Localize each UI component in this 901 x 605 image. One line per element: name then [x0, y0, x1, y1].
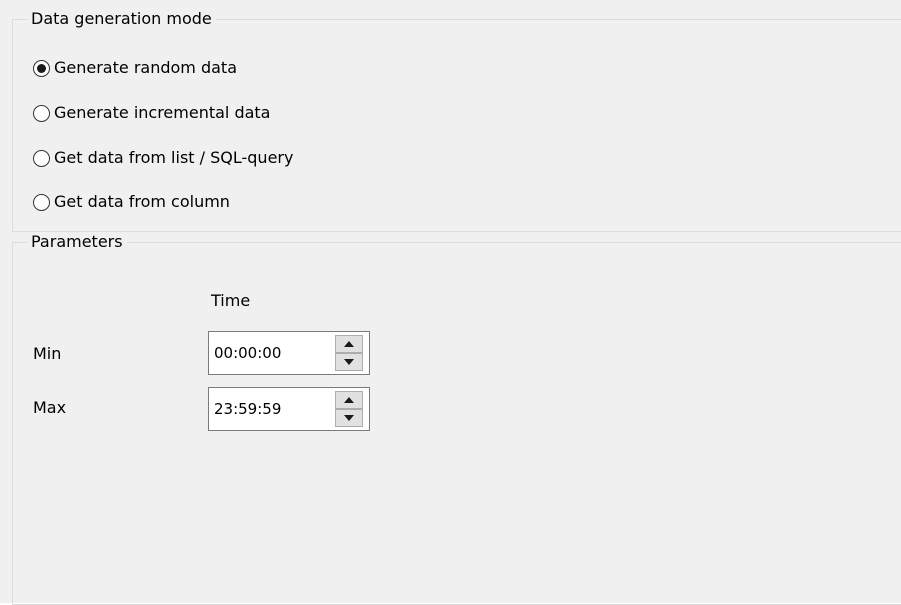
radio-button[interactable]: [33, 193, 50, 211]
up-arrow-icon: [344, 341, 354, 347]
radio-label: Get data from list / SQL-query: [54, 148, 294, 167]
generation-settings-panel: Data generation mode Generate random dat…: [0, 0, 901, 605]
max-time-spin-buttons: [335, 391, 363, 427]
min-time-value[interactable]: 00:00:00: [214, 343, 281, 363]
min-time-increment-button[interactable]: [335, 335, 363, 353]
radio-label: Generate random data: [54, 58, 237, 77]
radio-label: Generate incremental data: [54, 103, 271, 122]
max-time-spinbox[interactable]: 23:59:59: [208, 387, 370, 431]
radio-generate-incremental-data[interactable]: Generate incremental data: [33, 101, 270, 125]
down-arrow-icon: [344, 359, 354, 365]
min-time-spin-buttons: [335, 335, 363, 371]
up-arrow-icon: [344, 397, 354, 403]
min-label: Min: [33, 344, 62, 363]
radio-button[interactable]: [33, 104, 50, 122]
radio-button-checked[interactable]: [33, 59, 50, 77]
max-time-increment-button[interactable]: [335, 391, 363, 409]
parameters-group: Parameters: [12, 233, 901, 605]
parameters-title: Parameters: [31, 232, 123, 251]
radio-button[interactable]: [33, 149, 50, 167]
radio-label: Get data from column: [54, 192, 230, 211]
max-label: Max: [33, 398, 67, 417]
data-generation-mode-title: Data generation mode: [31, 9, 212, 28]
radio-get-data-from-column[interactable]: Get data from column: [33, 190, 230, 214]
radio-get-data-from-list-sql-query[interactable]: Get data from list / SQL-query: [33, 146, 293, 170]
time-column-header: Time: [211, 291, 251, 310]
max-time-value[interactable]: 23:59:59: [214, 399, 281, 419]
radio-generate-random-data[interactable]: Generate random data: [33, 56, 237, 80]
min-time-decrement-button[interactable]: [335, 353, 363, 371]
down-arrow-icon: [344, 415, 354, 421]
max-time-decrement-button[interactable]: [335, 409, 363, 427]
min-time-spinbox[interactable]: 00:00:00: [208, 331, 370, 375]
